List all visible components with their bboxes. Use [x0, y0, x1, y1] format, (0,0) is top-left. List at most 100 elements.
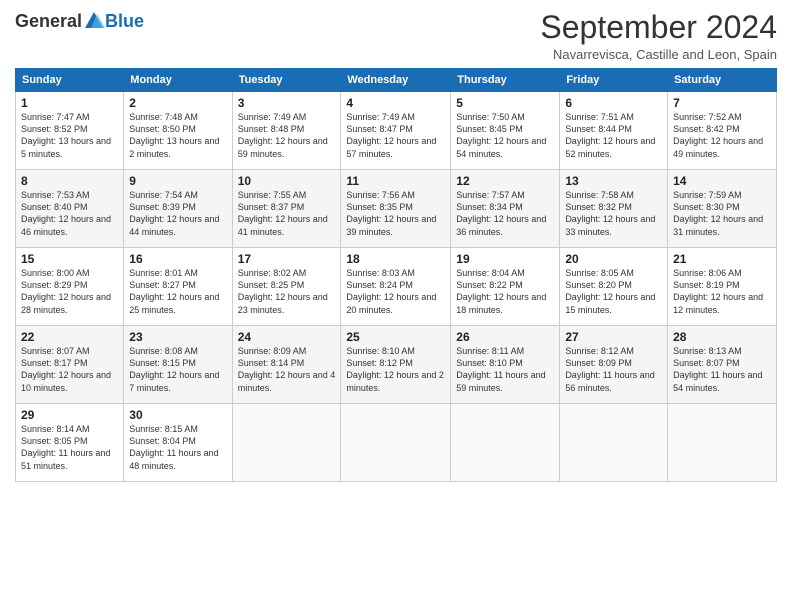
calendar-body: 1Sunrise: 7:47 AMSunset: 8:52 PMDaylight…	[16, 92, 777, 482]
day-info: Sunrise: 7:49 AMSunset: 8:47 PMDaylight:…	[346, 111, 445, 160]
day-info: Sunrise: 7:57 AMSunset: 8:34 PMDaylight:…	[456, 189, 554, 238]
day-info: Sunrise: 7:58 AMSunset: 8:32 PMDaylight:…	[565, 189, 662, 238]
day-number: 21	[673, 252, 771, 266]
logo-general: General	[15, 11, 82, 32]
calendar-cell	[668, 404, 777, 482]
weekday-sunday: Sunday	[16, 69, 124, 92]
day-info: Sunrise: 8:05 AMSunset: 8:20 PMDaylight:…	[565, 267, 662, 316]
calendar-cell: 25Sunrise: 8:10 AMSunset: 8:12 PMDayligh…	[341, 326, 451, 404]
day-number: 29	[21, 408, 118, 422]
calendar-cell: 26Sunrise: 8:11 AMSunset: 8:10 PMDayligh…	[451, 326, 560, 404]
day-info: Sunrise: 7:53 AMSunset: 8:40 PMDaylight:…	[21, 189, 118, 238]
title-area: September 2024 Navarrevisca, Castille an…	[540, 10, 777, 62]
logo-area: General Blue	[15, 10, 144, 32]
calendar-cell: 10Sunrise: 7:55 AMSunset: 8:37 PMDayligh…	[232, 170, 341, 248]
day-number: 6	[565, 96, 662, 110]
day-info: Sunrise: 8:11 AMSunset: 8:10 PMDaylight:…	[456, 345, 554, 394]
day-number: 5	[456, 96, 554, 110]
calendar-cell: 13Sunrise: 7:58 AMSunset: 8:32 PMDayligh…	[560, 170, 668, 248]
day-info: Sunrise: 7:49 AMSunset: 8:48 PMDaylight:…	[238, 111, 336, 160]
day-info: Sunrise: 8:08 AMSunset: 8:15 PMDaylight:…	[129, 345, 226, 394]
calendar-cell: 3Sunrise: 7:49 AMSunset: 8:48 PMDaylight…	[232, 92, 341, 170]
day-number: 20	[565, 252, 662, 266]
calendar-cell: 21Sunrise: 8:06 AMSunset: 8:19 PMDayligh…	[668, 248, 777, 326]
day-number: 7	[673, 96, 771, 110]
day-info: Sunrise: 8:00 AMSunset: 8:29 PMDaylight:…	[21, 267, 118, 316]
calendar-cell: 30Sunrise: 8:15 AMSunset: 8:04 PMDayligh…	[124, 404, 232, 482]
day-info: Sunrise: 7:52 AMSunset: 8:42 PMDaylight:…	[673, 111, 771, 160]
day-number: 28	[673, 330, 771, 344]
calendar-cell: 23Sunrise: 8:08 AMSunset: 8:15 PMDayligh…	[124, 326, 232, 404]
calendar-cell: 18Sunrise: 8:03 AMSunset: 8:24 PMDayligh…	[341, 248, 451, 326]
day-info: Sunrise: 7:47 AMSunset: 8:52 PMDaylight:…	[21, 111, 118, 160]
logo-icon	[83, 10, 105, 32]
day-number: 9	[129, 174, 226, 188]
weekday-header-row: SundayMondayTuesdayWednesdayThursdayFrid…	[16, 69, 777, 92]
day-info: Sunrise: 8:02 AMSunset: 8:25 PMDaylight:…	[238, 267, 336, 316]
day-info: Sunrise: 8:01 AMSunset: 8:27 PMDaylight:…	[129, 267, 226, 316]
day-info: Sunrise: 7:54 AMSunset: 8:39 PMDaylight:…	[129, 189, 226, 238]
day-info: Sunrise: 8:04 AMSunset: 8:22 PMDaylight:…	[456, 267, 554, 316]
calendar-cell: 17Sunrise: 8:02 AMSunset: 8:25 PMDayligh…	[232, 248, 341, 326]
weekday-friday: Friday	[560, 69, 668, 92]
calendar-cell: 6Sunrise: 7:51 AMSunset: 8:44 PMDaylight…	[560, 92, 668, 170]
calendar-cell: 27Sunrise: 8:12 AMSunset: 8:09 PMDayligh…	[560, 326, 668, 404]
week-row-4: 22Sunrise: 8:07 AMSunset: 8:17 PMDayligh…	[16, 326, 777, 404]
day-number: 16	[129, 252, 226, 266]
calendar-cell: 29Sunrise: 8:14 AMSunset: 8:05 PMDayligh…	[16, 404, 124, 482]
day-number: 14	[673, 174, 771, 188]
calendar-cell: 22Sunrise: 8:07 AMSunset: 8:17 PMDayligh…	[16, 326, 124, 404]
calendar-cell: 24Sunrise: 8:09 AMSunset: 8:14 PMDayligh…	[232, 326, 341, 404]
day-info: Sunrise: 7:50 AMSunset: 8:45 PMDaylight:…	[456, 111, 554, 160]
calendar-cell: 11Sunrise: 7:56 AMSunset: 8:35 PMDayligh…	[341, 170, 451, 248]
week-row-3: 15Sunrise: 8:00 AMSunset: 8:29 PMDayligh…	[16, 248, 777, 326]
calendar-cell: 4Sunrise: 7:49 AMSunset: 8:47 PMDaylight…	[341, 92, 451, 170]
day-number: 18	[346, 252, 445, 266]
week-row-2: 8Sunrise: 7:53 AMSunset: 8:40 PMDaylight…	[16, 170, 777, 248]
weekday-saturday: Saturday	[668, 69, 777, 92]
calendar-cell: 9Sunrise: 7:54 AMSunset: 8:39 PMDaylight…	[124, 170, 232, 248]
day-info: Sunrise: 7:55 AMSunset: 8:37 PMDaylight:…	[238, 189, 336, 238]
week-row-5: 29Sunrise: 8:14 AMSunset: 8:05 PMDayligh…	[16, 404, 777, 482]
day-number: 25	[346, 330, 445, 344]
day-number: 22	[21, 330, 118, 344]
day-number: 15	[21, 252, 118, 266]
logo-blue: Blue	[105, 11, 144, 32]
calendar-cell: 2Sunrise: 7:48 AMSunset: 8:50 PMDaylight…	[124, 92, 232, 170]
calendar-cell: 20Sunrise: 8:05 AMSunset: 8:20 PMDayligh…	[560, 248, 668, 326]
calendar-table: SundayMondayTuesdayWednesdayThursdayFrid…	[15, 68, 777, 482]
day-info: Sunrise: 8:15 AMSunset: 8:04 PMDaylight:…	[129, 423, 226, 472]
calendar-cell	[451, 404, 560, 482]
calendar-cell: 7Sunrise: 7:52 AMSunset: 8:42 PMDaylight…	[668, 92, 777, 170]
day-number: 23	[129, 330, 226, 344]
day-info: Sunrise: 8:13 AMSunset: 8:07 PMDaylight:…	[673, 345, 771, 394]
day-number: 27	[565, 330, 662, 344]
calendar-cell: 12Sunrise: 7:57 AMSunset: 8:34 PMDayligh…	[451, 170, 560, 248]
calendar-cell	[341, 404, 451, 482]
page-header: General Blue September 2024 Navarrevisca…	[15, 10, 777, 62]
weekday-thursday: Thursday	[451, 69, 560, 92]
day-number: 4	[346, 96, 445, 110]
day-info: Sunrise: 8:10 AMSunset: 8:12 PMDaylight:…	[346, 345, 445, 394]
day-info: Sunrise: 7:56 AMSunset: 8:35 PMDaylight:…	[346, 189, 445, 238]
day-number: 12	[456, 174, 554, 188]
day-info: Sunrise: 8:09 AMSunset: 8:14 PMDaylight:…	[238, 345, 336, 394]
day-info: Sunrise: 8:14 AMSunset: 8:05 PMDaylight:…	[21, 423, 118, 472]
calendar-cell: 14Sunrise: 7:59 AMSunset: 8:30 PMDayligh…	[668, 170, 777, 248]
day-number: 2	[129, 96, 226, 110]
calendar-cell: 28Sunrise: 8:13 AMSunset: 8:07 PMDayligh…	[668, 326, 777, 404]
location-title: Navarrevisca, Castille and Leon, Spain	[540, 47, 777, 62]
calendar-cell	[232, 404, 341, 482]
day-number: 26	[456, 330, 554, 344]
day-number: 30	[129, 408, 226, 422]
calendar-cell	[560, 404, 668, 482]
day-info: Sunrise: 7:51 AMSunset: 8:44 PMDaylight:…	[565, 111, 662, 160]
day-info: Sunrise: 8:03 AMSunset: 8:24 PMDaylight:…	[346, 267, 445, 316]
calendar-cell: 19Sunrise: 8:04 AMSunset: 8:22 PMDayligh…	[451, 248, 560, 326]
day-info: Sunrise: 8:12 AMSunset: 8:09 PMDaylight:…	[565, 345, 662, 394]
calendar-cell: 5Sunrise: 7:50 AMSunset: 8:45 PMDaylight…	[451, 92, 560, 170]
month-title: September 2024	[540, 10, 777, 45]
calendar-cell: 15Sunrise: 8:00 AMSunset: 8:29 PMDayligh…	[16, 248, 124, 326]
day-number: 3	[238, 96, 336, 110]
day-number: 10	[238, 174, 336, 188]
